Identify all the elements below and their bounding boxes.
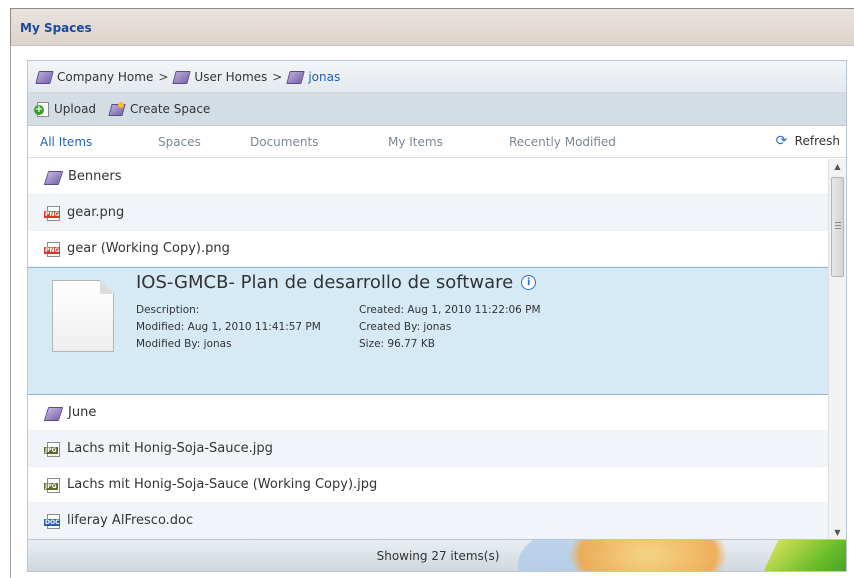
tab-recently-modified[interactable]: Recently Modified (509, 135, 616, 149)
space-icon (36, 70, 52, 83)
document-title[interactable]: IOS-GMCB- Plan de desarrollo de software… (136, 272, 537, 293)
breadcrumb-separator: > (272, 69, 283, 84)
selected-list-item[interactable]: IOS-GMCB- Plan de desarrollo de software… (28, 267, 828, 395)
upload-button[interactable]: Upload (34, 102, 96, 117)
space-icon (44, 406, 62, 420)
breadcrumb: Company Home > User Homes > jonas (28, 61, 846, 93)
doc-file-icon: DOC (44, 513, 61, 529)
create-space-button[interactable]: Create Space (108, 102, 210, 116)
tab-my-items[interactable]: My Items (388, 135, 443, 149)
create-space-icon (108, 102, 125, 116)
breadcrumb-item-company-home[interactable]: Company Home (36, 70, 153, 84)
scroll-up-arrow-icon[interactable]: ▲ (829, 159, 846, 175)
list-item[interactable]: PNG gear.png (28, 195, 828, 231)
space-icon (287, 70, 303, 83)
portlet-title: My Spaces (10, 8, 854, 46)
upload-icon (34, 102, 50, 117)
portlet-title-text: My Spaces (20, 21, 92, 35)
document-library-panel: Company Home > User Homes > jonas Upload… (27, 60, 847, 572)
space-icon (173, 70, 189, 83)
breadcrumb-item-user-homes[interactable]: User Homes (173, 70, 267, 84)
png-file-icon: PNG (44, 205, 61, 221)
document-thumbnail-icon[interactable] (52, 280, 114, 352)
info-icon[interactable]: i (521, 275, 537, 290)
filter-tabs: All Items Spaces Documents My Items Rece… (28, 126, 846, 158)
breadcrumb-item-jonas[interactable]: jonas (287, 70, 340, 84)
tab-all-items[interactable]: All Items (40, 135, 92, 149)
jpg-file-icon: JPG (44, 441, 61, 457)
meta-modified: Modified: Aug 1, 2010 11:41:57 PM (136, 321, 321, 333)
refresh-icon: ⟳ (775, 133, 788, 149)
breadcrumb-separator: > (158, 69, 169, 84)
space-icon (44, 170, 62, 184)
meta-created-by: Created By: jonas (359, 321, 452, 333)
refresh-button[interactable]: ⟳ Refresh (776, 134, 840, 148)
list-item[interactable]: DOC liferay AlFresco.doc (28, 503, 828, 539)
status-footer: Showing 27 items(s) (28, 539, 846, 571)
item-list: Benners PNG gear.png PNG gear (Working C… (28, 159, 828, 541)
list-scrollbar[interactable]: ▲ ▼ (828, 159, 846, 541)
item-count-status: Showing 27 items(s) (376, 549, 500, 563)
portlet-body: Company Home > User Homes > jonas Upload… (10, 46, 854, 578)
list-item[interactable]: JPG Lachs mit Honig-Soja-Sauce (Working … (28, 467, 828, 503)
grip-icon (835, 222, 841, 229)
scrollbar-thumb[interactable] (831, 177, 844, 277)
list-item[interactable]: June (28, 395, 828, 431)
tab-documents[interactable]: Documents (250, 135, 318, 149)
meta-created: Created: Aug 1, 2010 11:22:06 PM (359, 304, 541, 316)
meta-size: Size: 96.77 KB (359, 338, 435, 350)
tab-spaces[interactable]: Spaces (158, 135, 201, 149)
document-meta-left: Description: Modified: Aug 1, 2010 11:41… (136, 302, 321, 353)
meta-description: Description: (136, 304, 200, 316)
meta-modified-by: Modified By: jonas (136, 338, 232, 350)
list-item[interactable]: Benners (28, 159, 828, 195)
document-meta-right: Created: Aug 1, 2010 11:22:06 PM Created… (359, 302, 541, 353)
list-item[interactable]: PNG gear (Working Copy).png (28, 231, 828, 267)
toolbar: Upload Create Space (28, 93, 846, 126)
png-file-icon: PNG (44, 241, 61, 257)
list-item[interactable]: JPG Lachs mit Honig-Soja-Sauce.jpg (28, 431, 828, 467)
jpg-file-icon: JPG (44, 477, 61, 493)
